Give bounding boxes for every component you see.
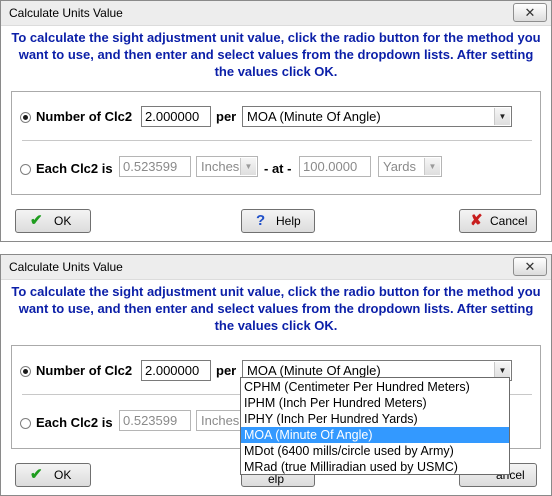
each-unit-select-value: Inches xyxy=(201,413,240,428)
each-clc2-label: Each Clc2 is xyxy=(36,415,113,430)
each-unit-select[interactable]: Inches xyxy=(196,410,242,431)
dropdown-option-mrad[interactable]: MRad (true Milliradian used by USMC) xyxy=(241,459,509,475)
instructions-text: To calculate the sight adjustment unit v… xyxy=(11,284,541,333)
each-clc2-value-input[interactable]: 0.523599 xyxy=(119,410,191,431)
each-unit-select[interactable]: Inches ▼ xyxy=(196,156,258,177)
per-label: per xyxy=(216,363,237,378)
each-clc2-radio[interactable] xyxy=(20,164,31,175)
dropdown-arrow-icon[interactable]: ▼ xyxy=(240,158,256,175)
unit-select-value: MOA (Minute Of Angle) xyxy=(247,363,381,378)
dropdown-option-iphm[interactable]: IPHM (Inch Per Hundred Meters) xyxy=(241,395,509,411)
dialog-title: Calculate Units Value xyxy=(9,6,123,20)
x-icon: ✘ xyxy=(470,212,483,229)
number-of-clc2-radio[interactable] xyxy=(20,112,31,123)
dropdown-option-mdot[interactable]: MDot (6400 mills/circle used by Army) xyxy=(241,443,509,459)
distance-input[interactable]: 100.0000 xyxy=(299,156,371,177)
close-icon: ✕ xyxy=(524,5,536,20)
method-panel: Number of Clc2 2.000000 per MOA (Minute … xyxy=(11,91,541,195)
each-unit-select-value: Inches xyxy=(201,159,240,174)
title-bar: Calculate Units Value ✕ xyxy=(1,1,551,26)
dropdown-option-iphy[interactable]: IPHY (Inch Per Hundred Yards) xyxy=(241,411,509,427)
number-of-clc2-label: Number of Clc2 xyxy=(36,363,133,378)
dropdown-option-cphm[interactable]: CPHM (Centimeter Per Hundred Meters) xyxy=(241,379,509,395)
check-icon: ✔ xyxy=(30,212,43,229)
close-icon: ✕ xyxy=(524,259,536,274)
cancel-button[interactable]: ✘ Cancel xyxy=(459,209,537,233)
clc2-count-input[interactable]: 2.000000 xyxy=(141,360,211,381)
each-clc2-radio[interactable] xyxy=(20,418,31,429)
dropdown-option-moa[interactable]: MOA (Minute Of Angle) xyxy=(241,427,509,443)
question-icon: ? xyxy=(256,212,266,229)
check-icon: ✔ xyxy=(30,466,43,483)
per-label: per xyxy=(216,109,237,124)
distance-unit-select[interactable]: Yards ▼ xyxy=(378,156,442,177)
at-label: - at - xyxy=(264,161,292,176)
each-clc2-label: Each Clc2 is xyxy=(36,161,113,176)
ok-button[interactable]: ✔ OK xyxy=(15,209,91,233)
each-clc2-value-input[interactable]: 0.523599 xyxy=(119,156,191,177)
close-button[interactable]: ✕ xyxy=(513,257,547,276)
dropdown-arrow-icon[interactable]: ▼ xyxy=(494,108,510,125)
dropdown-arrow-icon[interactable]: ▼ xyxy=(424,158,440,175)
instructions-text: To calculate the sight adjustment unit v… xyxy=(11,30,541,79)
unit-select-value: MOA (Minute Of Angle) xyxy=(247,109,381,124)
separator xyxy=(22,140,532,141)
ok-button[interactable]: ✔ OK xyxy=(15,463,91,487)
unit-select[interactable]: MOA (Minute Of Angle) ▼ xyxy=(242,106,512,127)
radio-selected-dot xyxy=(23,369,28,374)
distance-unit-select-value: Yards xyxy=(383,159,416,174)
help-button[interactable]: ? Help xyxy=(241,209,315,233)
close-button[interactable]: ✕ xyxy=(513,3,547,22)
radio-selected-dot xyxy=(23,115,28,120)
number-of-clc2-label: Number of Clc2 xyxy=(36,109,133,124)
unit-dropdown-list[interactable]: CPHM (Centimeter Per Hundred Meters) IPH… xyxy=(240,377,510,475)
clc2-count-input[interactable]: 2.000000 xyxy=(141,106,211,127)
title-bar: Calculate Units Value ✕ xyxy=(1,255,551,280)
calculate-units-dialog: Calculate Units Value ✕ To calculate the… xyxy=(0,0,552,242)
dialog-title: Calculate Units Value xyxy=(9,260,123,274)
number-of-clc2-radio[interactable] xyxy=(20,366,31,377)
